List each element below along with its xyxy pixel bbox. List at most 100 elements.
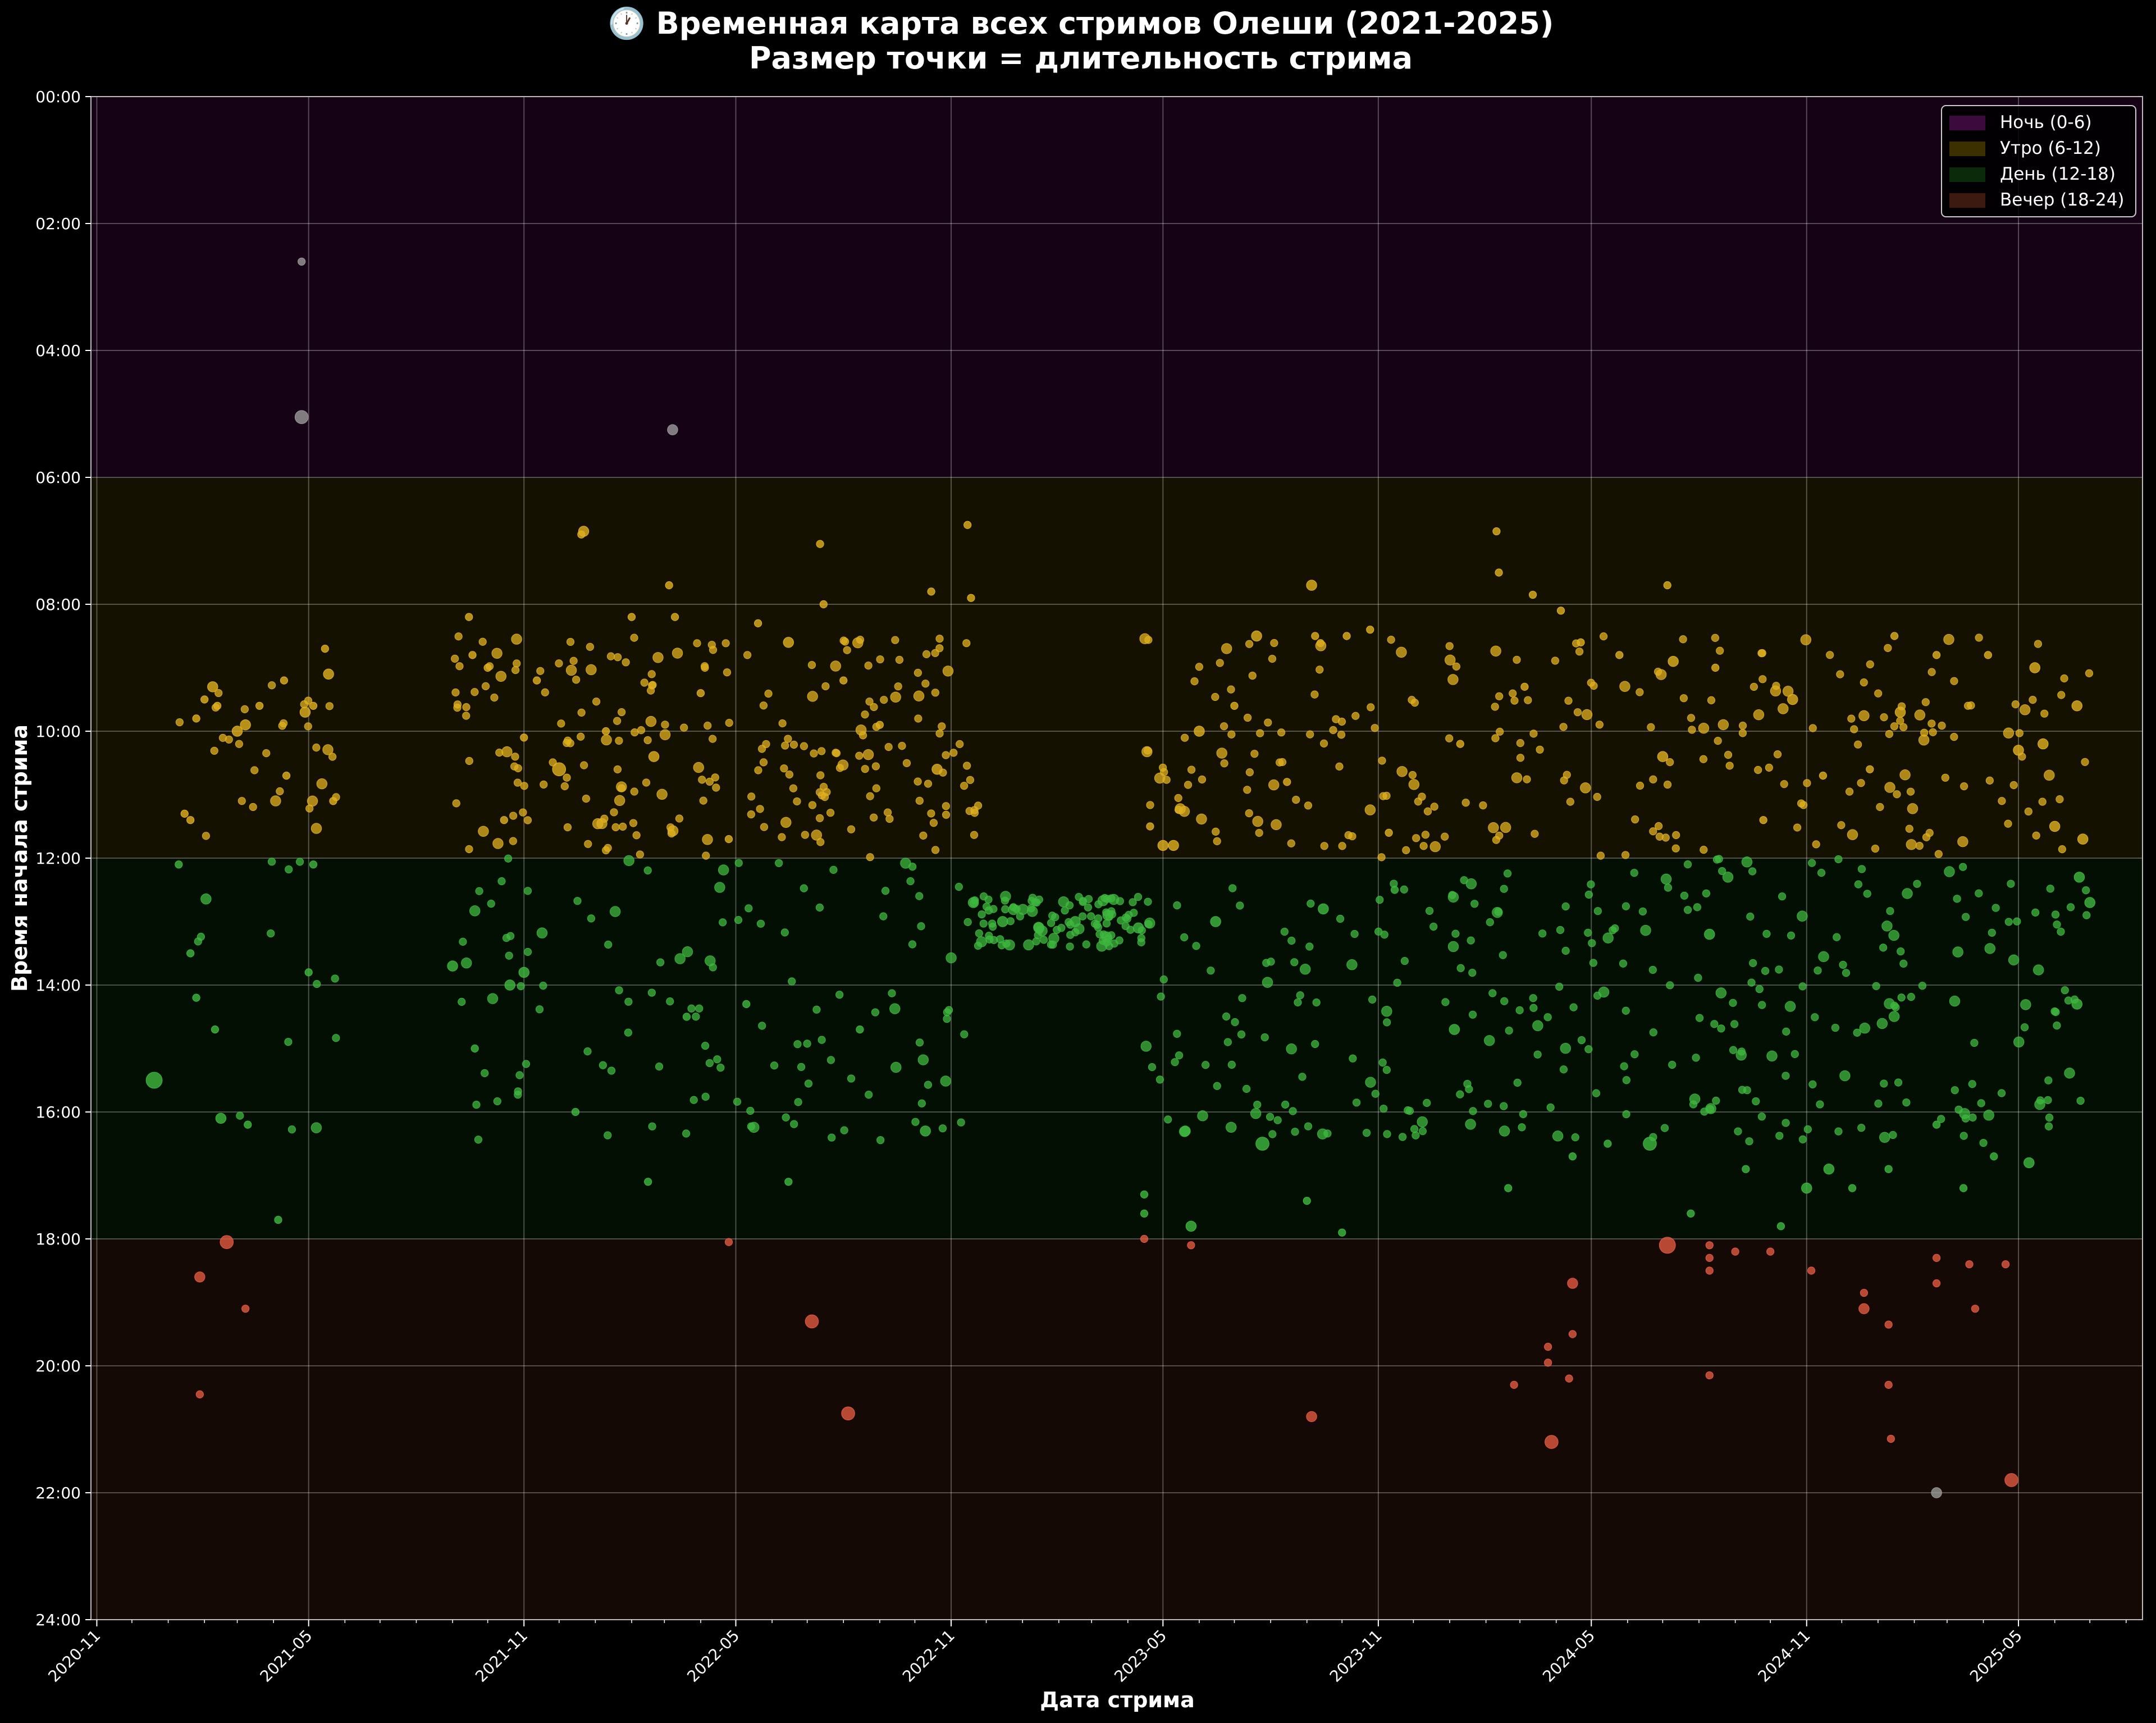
- band-2: [91, 858, 2143, 1239]
- cluster-point: [497, 877, 506, 886]
- cluster-point: [701, 663, 709, 672]
- cluster-point: [1921, 698, 1930, 706]
- cluster-point: [956, 740, 964, 749]
- cluster-point: [2013, 1036, 2025, 1048]
- data-point: [1230, 701, 1239, 710]
- cluster-point: [1899, 959, 1908, 968]
- cluster-point: [655, 1063, 664, 1071]
- data-point: [2049, 821, 2061, 832]
- cluster-point: [509, 812, 518, 820]
- legend-swatch-day: [1949, 167, 1985, 182]
- cluster-point: [1569, 1003, 1578, 1011]
- cluster-point: [785, 771, 794, 779]
- data-point: [180, 809, 189, 818]
- y-tick-label: 12:00: [35, 849, 81, 868]
- cluster-point: [661, 721, 669, 729]
- cluster-point: [616, 781, 627, 792]
- cluster-point: [1863, 890, 1871, 898]
- cluster-point: [966, 776, 975, 784]
- cluster-point: [1192, 942, 1200, 950]
- cluster-point: [647, 670, 656, 678]
- y-axis-label: Время начала стрима: [7, 724, 32, 992]
- data-point: [220, 1235, 234, 1249]
- cluster-point: [610, 808, 618, 817]
- cluster-point: [1694, 973, 1702, 982]
- cluster-point: [1817, 869, 1826, 877]
- cluster-point: [1337, 731, 1346, 739]
- cluster-point: [1093, 920, 1101, 929]
- cluster-point: [784, 735, 792, 743]
- data-point: [1303, 1197, 1311, 1205]
- cluster-point: [1577, 1036, 1586, 1045]
- cluster-point: [1423, 807, 1432, 815]
- cluster-point: [1365, 1077, 1376, 1088]
- data-point: [1819, 772, 1828, 780]
- cluster-point: [1087, 912, 1095, 920]
- cluster-point: [940, 1075, 952, 1087]
- cluster-point: [279, 719, 288, 728]
- cluster-point: [820, 793, 829, 801]
- cluster-point: [1556, 926, 1565, 935]
- band-1: [91, 477, 2143, 858]
- cluster-point: [924, 780, 933, 788]
- cluster-point: [801, 831, 809, 839]
- cluster-point: [607, 1066, 616, 1075]
- cluster-point: [1461, 799, 1470, 807]
- cluster-point: [1620, 1062, 1628, 1070]
- cluster-point: [1884, 644, 1892, 652]
- cluster-point: [1573, 708, 1582, 717]
- data-point: [186, 949, 195, 958]
- cluster-point: [2004, 819, 2012, 828]
- cluster-point: [695, 1004, 704, 1013]
- timeline-chart: 🕐 Временная карта всех стримов Олеши (20…: [0, 0, 2156, 1723]
- cluster-point: [884, 743, 893, 751]
- cluster-point: [1238, 994, 1246, 1002]
- cluster-point: [1927, 719, 1936, 728]
- cluster-point: [1787, 931, 1796, 940]
- cluster-point: [1906, 839, 1917, 850]
- cluster-point: [1798, 982, 1807, 991]
- cluster-point: [1320, 842, 1328, 850]
- cluster-point: [1371, 724, 1379, 732]
- data-point: [552, 762, 567, 777]
- cluster-point: [1968, 1113, 1977, 1122]
- cluster-point: [1491, 734, 1500, 742]
- cluster-point: [942, 666, 954, 677]
- data-point: [997, 916, 1008, 927]
- cluster-point: [793, 1040, 802, 1049]
- cluster-point: [1555, 982, 1564, 991]
- cluster-point: [1546, 1103, 1555, 1112]
- cluster-point: [515, 1071, 524, 1079]
- cluster-point: [1715, 987, 1726, 999]
- cluster-point: [1782, 1072, 1790, 1080]
- cluster-point: [1699, 755, 1708, 763]
- cluster-point: [1766, 1050, 1778, 1062]
- cluster-point: [1523, 775, 1531, 783]
- data-point: [754, 619, 762, 628]
- cluster-point: [240, 705, 249, 714]
- cluster-point: [764, 690, 773, 698]
- cluster-point: [1173, 901, 1181, 910]
- cluster-point: [1741, 856, 1753, 868]
- data-point: [468, 651, 477, 659]
- cluster-point: [780, 764, 788, 773]
- cluster-point: [1273, 1116, 1282, 1124]
- cluster-point: [1402, 846, 1410, 854]
- cluster-point: [1902, 888, 1913, 899]
- cluster-point: [866, 792, 874, 800]
- cluster-point: [1400, 956, 1409, 965]
- cluster-point: [1961, 1114, 1970, 1123]
- cluster-point: [1290, 958, 1299, 967]
- cluster-point: [637, 726, 646, 735]
- cluster-point: [557, 719, 565, 728]
- cluster-point: [1953, 895, 1961, 903]
- cluster-point: [1408, 779, 1420, 790]
- cluster-point: [1551, 657, 1559, 665]
- cluster-point: [1934, 850, 1943, 858]
- cluster-point: [582, 794, 591, 803]
- cluster-point: [1222, 1012, 1231, 1021]
- cluster-point: [1250, 1108, 1262, 1119]
- cluster-point: [1417, 1116, 1428, 1128]
- cluster-point: [1812, 840, 1820, 849]
- cluster-point: [1729, 1046, 1738, 1054]
